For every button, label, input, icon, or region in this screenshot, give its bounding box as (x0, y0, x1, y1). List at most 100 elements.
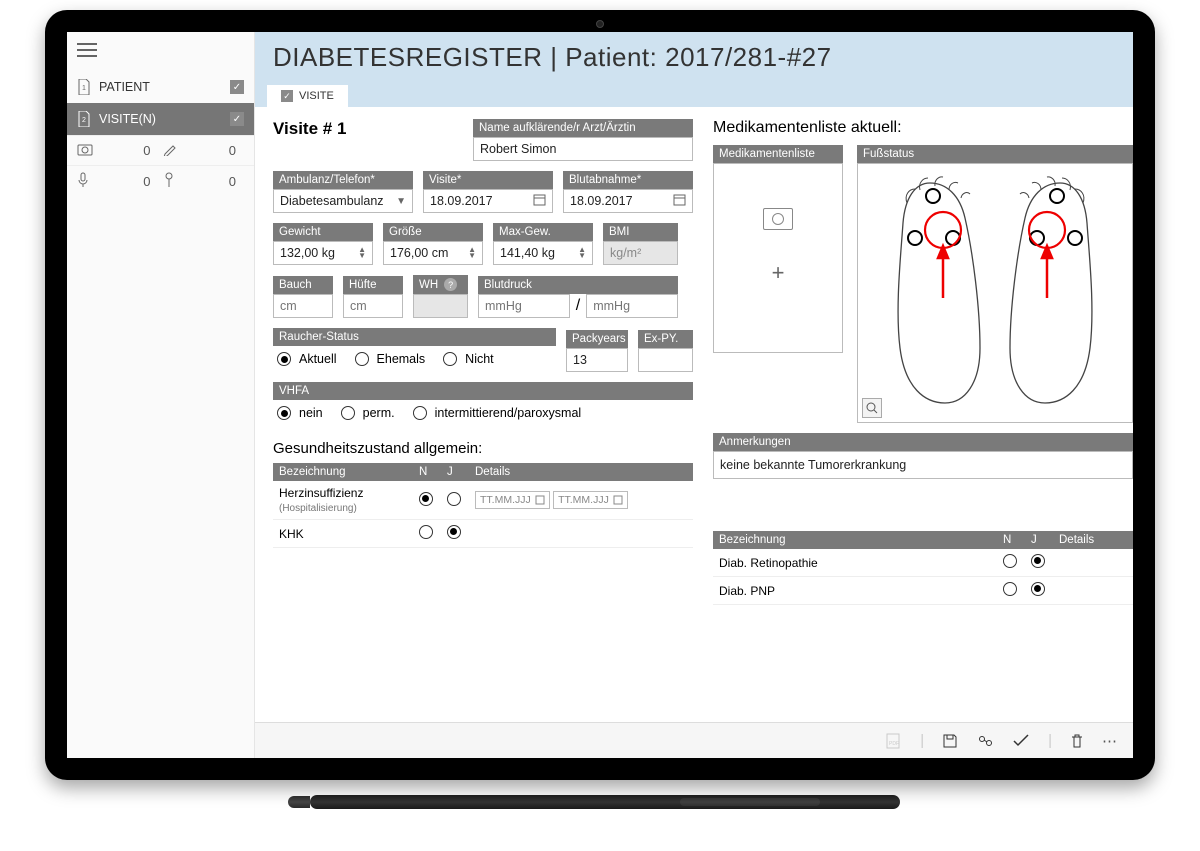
raucher-label: Raucher-Status (273, 328, 556, 346)
title-separator: | (543, 42, 566, 72)
bmi-label: BMI (603, 223, 678, 241)
row-name: Diab. PNP (713, 577, 997, 605)
bp-sys-input[interactable] (478, 294, 570, 318)
anmerkungen-label: Anmerkungen (713, 433, 1133, 451)
th-bezeichnung: Bezeichnung (273, 463, 413, 481)
stylus-pen (310, 795, 900, 809)
ambulanz-select[interactable]: Diabetesambulanz▼ (273, 189, 413, 213)
radio-aktuell[interactable]: Aktuell (277, 352, 337, 366)
tab-label: VISITE (299, 90, 334, 102)
ambulanz-label: Ambulanz/Telefon* (273, 171, 413, 189)
doctor-input[interactable]: Robert Simon (473, 137, 693, 161)
spinner-icon[interactable]: ▲▼ (578, 247, 586, 259)
pdf-export-icon[interactable]: PDF (884, 732, 902, 750)
huefte-input[interactable] (343, 294, 403, 318)
calendar-icon (533, 193, 546, 209)
radio-j[interactable] (447, 492, 461, 506)
more-icon[interactable]: ⋯ (1102, 732, 1119, 750)
tool-row-2: 0 0 (67, 165, 254, 197)
groesse-input[interactable]: 176,00 cm▲▼ (383, 241, 483, 265)
date-from-input[interactable]: TT.MM.JJJ (475, 491, 550, 509)
check-icon: ✓ (230, 112, 244, 126)
expy-label: Ex-PY. (638, 330, 693, 348)
blutdruck-label: Blutdruck (478, 276, 678, 294)
fussstatus-panel[interactable] (857, 163, 1133, 423)
sidebar-item-patient[interactable]: 1 PATIENT ✓ (67, 71, 254, 103)
th-details: Details (469, 463, 693, 481)
sidebar: 1 PATIENT ✓ 2 VISITE(N) ✓ 0 0 0 (67, 32, 255, 758)
check-icon: ✓ (281, 90, 293, 102)
radio-j[interactable] (447, 525, 461, 539)
radio-nicht[interactable]: Nicht (443, 352, 493, 366)
gewicht-input[interactable]: 132,00 kg▲▼ (273, 241, 373, 265)
medlist-panel[interactable]: + (713, 163, 843, 353)
save-icon[interactable] (942, 733, 958, 749)
camera-icon[interactable] (77, 143, 101, 159)
health-title: Gesundheitszustand allgemein: (273, 440, 693, 457)
bauch-input[interactable] (273, 294, 333, 318)
wh-display (413, 294, 468, 318)
health-table-right: Bezeichnung N J Details Diab. Retinopath… (713, 531, 1133, 605)
chevron-down-icon: ▼ (396, 196, 406, 207)
radio-j[interactable] (1031, 582, 1045, 596)
patient-prefix: Patient: (565, 42, 665, 72)
th-details: Details (1053, 531, 1133, 549)
plus-icon[interactable]: + (772, 260, 785, 286)
sidebar-item-visiten[interactable]: 2 VISITE(N) ✓ (67, 103, 254, 135)
svg-text:2: 2 (82, 117, 86, 124)
medlist-label: Medikamentenliste (713, 145, 843, 163)
spinner-icon[interactable]: ▲▼ (468, 247, 476, 259)
radio-n[interactable] (1003, 582, 1017, 596)
radio-j[interactable] (1031, 554, 1045, 568)
table-row: Diab. PNP (713, 577, 1133, 605)
foot-diagram (862, 168, 1128, 413)
camera-icon (763, 208, 793, 230)
page-title: DIABETESREGISTER | Patient: 2017/281-#27 (273, 42, 1115, 73)
bp-dia-input[interactable] (586, 294, 678, 318)
radio-n[interactable] (1003, 554, 1017, 568)
vhfa-label: VHFA (273, 382, 693, 400)
radio-n[interactable] (419, 492, 433, 506)
menu-hamburger-icon[interactable] (67, 32, 254, 71)
spinner-icon[interactable]: ▲▼ (358, 247, 366, 259)
visite-date-input[interactable]: 18.09.2017 (423, 189, 553, 213)
row-name: KHK (273, 520, 413, 548)
radio-n[interactable] (419, 525, 433, 539)
radio-ehemals[interactable]: Ehemals (355, 352, 426, 366)
radio-perm[interactable]: perm. (341, 406, 395, 420)
pencil-icon[interactable] (163, 142, 187, 159)
bauch-label: Bauch (273, 276, 333, 294)
zoom-button[interactable] (862, 398, 882, 418)
radio-nein[interactable]: nein (277, 406, 323, 420)
microphone-icon[interactable] (77, 172, 101, 191)
svg-text:1: 1 (82, 85, 86, 92)
date-to-input[interactable]: TT.MM.JJJ (553, 491, 628, 509)
info-icon[interactable]: ? (444, 278, 457, 291)
bp-separator: / (576, 297, 580, 315)
share-icon[interactable] (976, 733, 994, 749)
table-row: KHK (273, 520, 693, 548)
form-right-column: Medikamentenliste aktuell: Medikamentenl… (713, 119, 1133, 722)
huefte-label: Hüfte (343, 276, 403, 294)
calendar-icon (673, 193, 686, 209)
expy-input[interactable] (638, 348, 693, 372)
maxgew-input[interactable]: 141,40 kg▲▼ (493, 241, 593, 265)
title-bar: DIABETESREGISTER | Patient: 2017/281-#27 (255, 32, 1133, 85)
blut-date-input[interactable]: 18.09.2017 (563, 189, 693, 213)
check-icon: ✓ (230, 80, 244, 94)
blut-date-label: Blutabnahme* (563, 171, 693, 189)
tab-visite[interactable]: ✓ VISITE (267, 85, 348, 107)
confirm-icon[interactable] (1012, 734, 1030, 748)
packyears-input[interactable]: 13 (566, 348, 628, 372)
radio-intermit[interactable]: intermittierend/paroxysmal (413, 406, 582, 420)
pin-icon[interactable] (163, 172, 187, 191)
delete-icon[interactable] (1070, 733, 1084, 749)
app-screen: 1 PATIENT ✓ 2 VISITE(N) ✓ 0 0 0 (67, 32, 1133, 758)
raucher-radio-group: Aktuell Ehemals Nicht (273, 346, 556, 372)
visit-title: Visite # 1 (273, 119, 463, 139)
tab-strip: ✓ VISITE (255, 85, 1133, 107)
health-table-left: Bezeichnung N J Details Herzinsuffizienz… (273, 463, 693, 548)
sidebar-item-label: PATIENT (99, 80, 150, 94)
document-icon: 1 (77, 79, 91, 95)
anmerkungen-input[interactable]: keine bekannte Tumorerkrankung (713, 451, 1133, 479)
